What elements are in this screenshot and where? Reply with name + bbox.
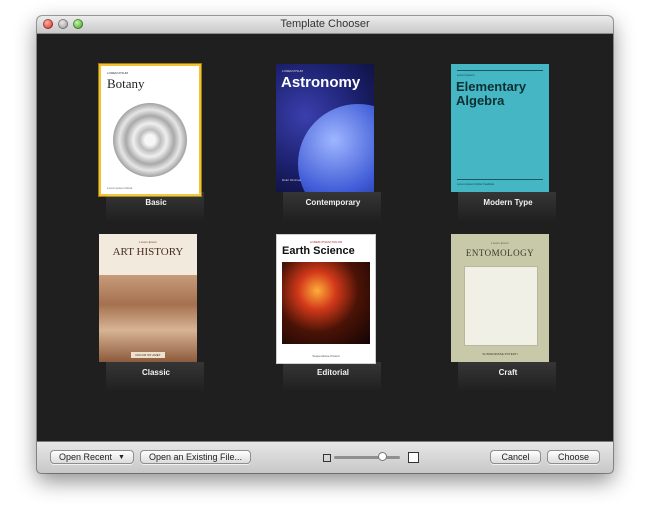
zoom-slider[interactable] <box>334 456 400 459</box>
flower-image <box>113 103 187 177</box>
cover-small-text: Lorem Ipsum <box>457 73 475 77</box>
cover-title: Astronomy <box>281 74 361 91</box>
template-label: Craft <box>498 368 518 377</box>
cover-small-text: LOREM IPSUM <box>282 69 304 73</box>
cover-reflection <box>283 362 381 392</box>
cover-footer: SUSPENDISSE POTENTI <box>482 352 518 356</box>
template-chooser-window: Template Chooser LOREM IPSUM Botany Lore… <box>37 16 613 473</box>
open-recent-label: Open Recent <box>59 452 113 462</box>
cover-footer: Dolor Sit Amet <box>282 178 302 182</box>
template-label: Classic <box>141 368 171 377</box>
template-label: Editorial <box>316 368 349 377</box>
cover-rule <box>457 70 543 71</box>
cover-small-text: Lorem Ipsum <box>491 241 509 245</box>
cover-footer: Suspendisse Potenti <box>312 354 340 358</box>
cover-small-text: LOREM IPSUM DOLOR <box>309 240 343 244</box>
choose-button[interactable]: Choose <box>547 450 600 464</box>
cover-title: ART HISTORY <box>112 246 184 258</box>
cover-title: ENTOMOLOGY <box>465 248 535 258</box>
cover-title: Botany <box>107 76 145 91</box>
botany-cover[interactable]: LOREM IPSUM Botany Lorem Ipsum Dolor <box>99 64 201 196</box>
cover-title: Earth Science <box>282 245 355 257</box>
cancel-button[interactable]: Cancel <box>490 450 541 464</box>
planet-image <box>298 104 374 192</box>
bottom-toolbar: Open Recent ▼ Open an Existing File... C… <box>37 441 613 473</box>
astronomy-cover[interactable]: LOREM IPSUM Astronomy Dolor Sit Amet <box>276 64 374 192</box>
insect-illustration <box>464 266 538 346</box>
template-label: Contemporary <box>305 198 361 207</box>
cover-footer: DOLOR SIT AMET <box>135 353 161 357</box>
earth-science-cover[interactable]: LOREM IPSUM DOLOR Earth Science Suspendi… <box>276 234 376 364</box>
entomology-cover[interactable]: Lorem Ipsum ENTOMOLOGY SUSPENDISSE POTEN… <box>451 234 549 362</box>
dropdown-arrow-icon: ▼ <box>118 453 125 461</box>
volcano-image <box>282 262 370 344</box>
zoom-slider-thumb[interactable] <box>378 452 387 461</box>
cover-rule <box>457 179 543 180</box>
window-title: Template Chooser <box>280 18 370 30</box>
template-grid: LOREM IPSUM Botany Lorem Ipsum Dolor Bas… <box>37 34 613 441</box>
open-recent-button[interactable]: Open Recent ▼ <box>50 450 134 464</box>
cover-reflection <box>458 192 556 222</box>
small-thumbnail-icon <box>323 454 331 462</box>
cover-reflection <box>458 362 556 392</box>
cover-reflection <box>106 192 204 222</box>
cover-reflection <box>106 362 204 392</box>
cover-footer: Lorem Ipsum Dolor <box>107 186 133 190</box>
template-label: Basic <box>145 198 167 207</box>
cover-footer: Lorem Ipsum Dolor Facilisis <box>457 182 495 186</box>
cover-reflection <box>283 192 381 222</box>
open-existing-file-button[interactable]: Open an Existing File... <box>140 450 251 464</box>
art-history-cover[interactable]: Lorem Ipsum ART HISTORY DOLOR SIT AMET <box>99 234 197 362</box>
large-thumbnail-icon <box>408 452 419 463</box>
template-label: Modern Type <box>483 198 533 207</box>
algebra-cover[interactable]: Lorem Ipsum Elementary Algebra Lorem Ips… <box>451 64 549 192</box>
cover-small-text: LOREM IPSUM <box>107 71 129 75</box>
title-bar: Template Chooser <box>37 16 613 34</box>
cover-title: Elementary Algebra <box>456 79 527 108</box>
cover-small-text: Lorem Ipsum <box>139 240 157 244</box>
